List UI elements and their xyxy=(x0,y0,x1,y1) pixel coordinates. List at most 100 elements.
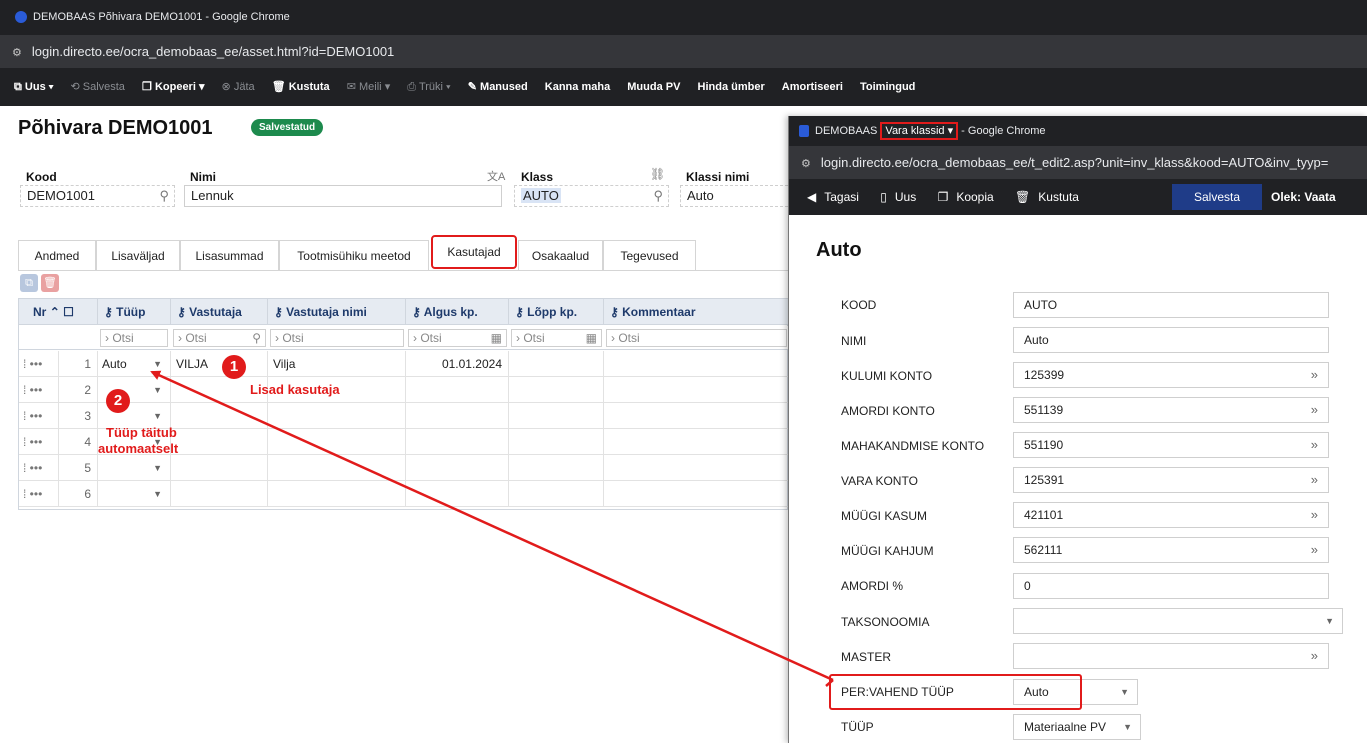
koopia-button[interactable]: ❐ Koopia xyxy=(938,179,994,215)
popup-url[interactable]: login.directo.ee/ocra_demobaas_ee/t_edit… xyxy=(821,155,1328,170)
col-tyyp[interactable]: ⚷ Tüüp xyxy=(98,299,171,325)
lookup-chevron-icon[interactable]: » xyxy=(1311,468,1318,492)
vastutaja-cell[interactable]: VILJA xyxy=(171,351,268,377)
filter-tyyp[interactable]: › Otsi xyxy=(100,329,168,347)
klass-field[interactable]: AUTO ⚲ xyxy=(514,185,669,207)
lookup-chevron-icon[interactable]: » xyxy=(1311,644,1318,668)
row-menu-icon[interactable]: ⁞ ••• xyxy=(19,377,59,403)
main-url[interactable]: login.directo.ee/ocra_demobaas_ee/asset.… xyxy=(32,44,394,59)
kulumi-konto-input[interactable]: 125399» xyxy=(1013,362,1329,388)
lookup-chevron-icon[interactable]: » xyxy=(1311,363,1318,387)
col-algus[interactable]: ⚷ Algus kp. xyxy=(406,299,509,325)
row-menu-icon[interactable]: ⁞ ••• xyxy=(19,429,59,455)
kommentaar-cell[interactable] xyxy=(604,351,789,377)
lopp-cell[interactable] xyxy=(509,403,604,429)
salvesta-button[interactable]: ⟲ Salvesta xyxy=(70,68,124,106)
algus-cell[interactable] xyxy=(406,481,509,507)
tagasi-button[interactable]: ◀ Tagasi xyxy=(807,179,859,215)
lopp-cell[interactable] xyxy=(509,351,604,377)
lopp-cell[interactable] xyxy=(509,481,604,507)
table-row[interactable]: ⁞ ••• 5 ▼ xyxy=(19,455,789,481)
lopp-cell[interactable] xyxy=(509,377,604,403)
kommentaar-cell[interactable] xyxy=(604,403,789,429)
lopp-cell[interactable] xyxy=(509,429,604,455)
kustuta-button[interactable]: 🗑 Kustuta xyxy=(272,68,330,106)
nimi-field[interactable]: Lennuk xyxy=(184,185,502,207)
main-address-bar[interactable]: ⚙ login.directo.ee/ocra_demobaas_ee/asset… xyxy=(0,35,1367,68)
col-vastutaja-nimi[interactable]: ⚷ Vastutaja nimi xyxy=(268,299,406,325)
meili-button[interactable]: ✉ Meili ▾ xyxy=(347,68,390,106)
table-row[interactable]: ⁞ ••• 2 ▼ xyxy=(19,377,789,403)
calendar-icon[interactable]: ▦ xyxy=(491,330,502,346)
uus-button[interactable]: ▯ Uus xyxy=(880,179,916,215)
kustuta-button[interactable]: 🗑 Kustuta xyxy=(1015,179,1079,215)
filter-lopp[interactable]: › Otsi ▦ xyxy=(511,329,602,347)
delete-row-icon[interactable]: 🗑 xyxy=(41,274,59,292)
site-settings-icon[interactable]: ⚙ xyxy=(12,37,22,70)
filter-algus[interactable]: › Otsi ▦ xyxy=(408,329,507,347)
search-icon[interactable]: ⚲ xyxy=(252,330,261,346)
kommentaar-cell[interactable] xyxy=(604,429,789,455)
hinda-umber-button[interactable]: Hinda ümber xyxy=(698,68,765,106)
vastutaja-cell[interactable] xyxy=(171,481,268,507)
tyyp-select[interactable]: Auto ▼ xyxy=(98,351,171,377)
tab-lisasummad[interactable]: Lisasummad xyxy=(180,240,279,270)
site-settings-icon[interactable]: ⚙ xyxy=(801,158,811,170)
amordi-protsent-input[interactable]: 0 xyxy=(1013,573,1329,599)
vastutaja-cell[interactable] xyxy=(171,455,268,481)
muugi-kahjum-input[interactable]: 562111» xyxy=(1013,537,1329,563)
salvesta-button[interactable]: Salvesta xyxy=(1172,184,1262,210)
filter-kommentaar[interactable]: › Otsi xyxy=(606,329,787,347)
toimingud-button[interactable]: Toimingud xyxy=(860,68,915,106)
filter-vastutaja[interactable]: › Otsi ⚲ xyxy=(173,329,266,347)
manused-button[interactable]: ✎ Manused xyxy=(468,68,528,106)
search-icon[interactable]: ⚲ xyxy=(159,186,169,206)
select-all-checkbox[interactable]: ☐ xyxy=(63,305,74,319)
col-vastutaja[interactable]: ⚷ Vastutaja xyxy=(171,299,268,325)
kommentaar-cell[interactable] xyxy=(604,377,789,403)
row-menu-icon[interactable]: ⁞ ••• xyxy=(19,351,59,377)
algus-cell[interactable] xyxy=(406,429,509,455)
muuda-pv-button[interactable]: Muuda PV xyxy=(627,68,680,106)
kood-field[interactable]: DEMO1001 ⚲ xyxy=(20,185,175,207)
lookup-chevron-icon[interactable]: » xyxy=(1311,433,1318,457)
tab-tegevused[interactable]: Tegevused xyxy=(603,240,696,270)
search-icon[interactable]: ⚲ xyxy=(653,186,663,206)
algus-cell[interactable] xyxy=(406,377,509,403)
lopp-cell[interactable] xyxy=(509,455,604,481)
vara-konto-input[interactable]: 125391» xyxy=(1013,467,1329,493)
algus-cell[interactable]: 01.01.2024 xyxy=(406,351,509,377)
copy-row-icon[interactable]: ⧉ xyxy=(20,274,38,292)
lookup-chevron-icon[interactable]: » xyxy=(1311,503,1318,527)
col-kommentaar[interactable]: ⚷ Kommentaar xyxy=(604,299,789,325)
tab-osakaalud[interactable]: Osakaalud xyxy=(518,240,603,270)
kanna-maha-button[interactable]: Kanna maha xyxy=(545,68,610,106)
vastutaja-cell[interactable] xyxy=(171,403,268,429)
sort-up-icon[interactable]: ⌃ xyxy=(50,305,60,319)
row-menu-icon[interactable]: ⁞ ••• xyxy=(19,455,59,481)
jata-button[interactable]: ⊗ Jäta xyxy=(222,68,255,106)
table-row[interactable]: ⁞ ••• 6 ▼ xyxy=(19,481,789,507)
taksonoomia-select[interactable]: ▼ xyxy=(1013,608,1343,634)
col-lopp[interactable]: ⚷ Lõpp kp. xyxy=(509,299,604,325)
col-nr[interactable]: Nr ⌃ ☐ xyxy=(19,299,98,325)
algus-cell[interactable] xyxy=(406,403,509,429)
amordi-konto-input[interactable]: 551139» xyxy=(1013,397,1329,423)
truki-button[interactable]: ⎙ Trüki ▾ xyxy=(407,68,450,106)
popup-address-bar[interactable]: ⚙ login.directo.ee/ocra_demobaas_ee/t_edi… xyxy=(789,146,1367,179)
tyyp-select[interactable]: Materiaalne PV ▼ xyxy=(1013,714,1141,740)
amortiseeri-button[interactable]: Amortiseeri xyxy=(782,68,843,106)
tab-kasutajad[interactable]: Kasutajad xyxy=(431,235,517,269)
vastutaja-cell[interactable] xyxy=(171,429,268,455)
filter-vastutaja-nimi[interactable]: › Otsi xyxy=(270,329,404,347)
link-icon[interactable]: ⛓ xyxy=(650,167,665,181)
tyyp-select[interactable]: ▼ xyxy=(98,455,171,481)
translate-icon[interactable]: 文A xyxy=(487,168,505,184)
mahakandmise-konto-input[interactable]: 551190» xyxy=(1013,432,1329,458)
tab-andmed[interactable]: Andmed xyxy=(18,240,96,270)
lookup-chevron-icon[interactable]: » xyxy=(1311,538,1318,562)
muugi-kasum-input[interactable]: 421101» xyxy=(1013,502,1329,528)
kopeeri-button[interactable]: ❐ Kopeeri ▾ xyxy=(142,68,204,106)
kommentaar-cell[interactable] xyxy=(604,455,789,481)
kood-input[interactable]: AUTO xyxy=(1013,292,1329,318)
